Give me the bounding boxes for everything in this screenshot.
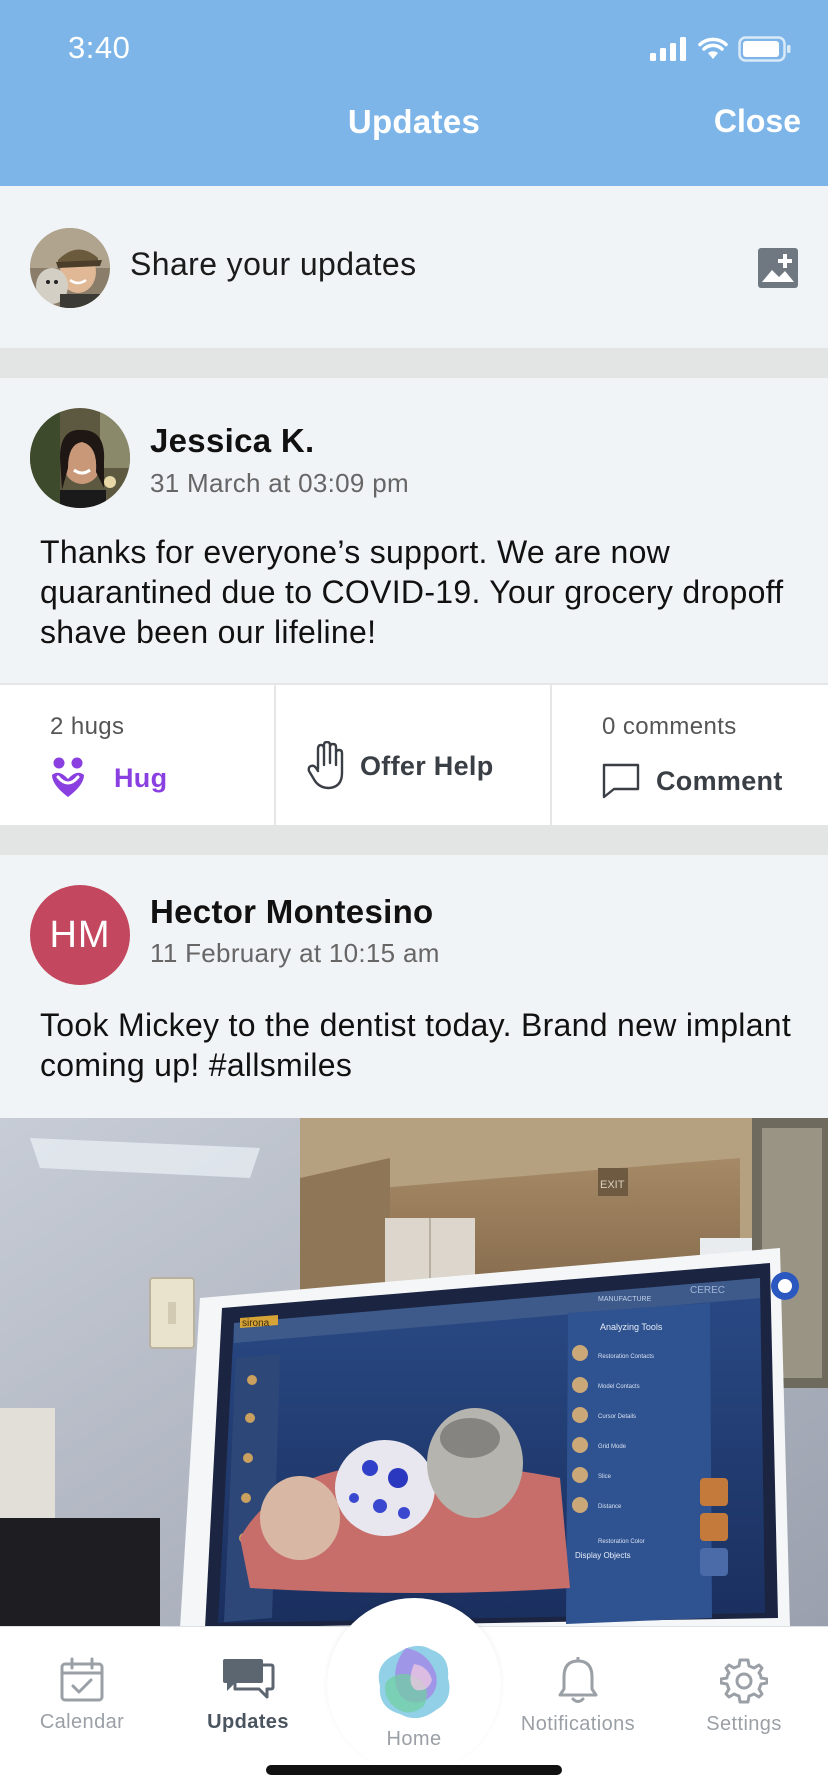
offer-help-cell[interactable]: Offer Help	[276, 685, 552, 825]
wifi-icon	[698, 37, 728, 59]
hug-icon	[52, 757, 84, 797]
home-indicator	[266, 1765, 562, 1775]
author-name[interactable]: Jessica K.	[150, 422, 314, 460]
hug-count[interactable]: 2 hugs	[50, 713, 124, 741]
display-objects-text: Display Objects	[575, 1551, 631, 1560]
comment-icon	[602, 763, 640, 799]
home-logo-icon	[378, 1645, 450, 1719]
close-button[interactable]: Close	[714, 103, 801, 140]
add-photo-icon[interactable]	[758, 248, 798, 288]
hug-label: Hug	[114, 762, 168, 793]
tab-settings[interactable]: Settings	[674, 1657, 814, 1736]
post-timestamp: 31 March at 03:09 pm	[150, 468, 409, 498]
panel-item-text: Slice	[598, 1474, 612, 1480]
update-post: HM Hector Montesino 11 February at 10:15…	[0, 855, 828, 1118]
battery-icon	[738, 36, 791, 62]
post-timestamp: 11 February at 10:15 am	[150, 938, 440, 968]
author-avatar[interactable]: HM	[30, 885, 130, 985]
bell-icon	[558, 1657, 598, 1703]
comment-label: Comment	[656, 765, 783, 796]
panel-item-text: Cursor Details	[598, 1414, 636, 1420]
author-avatar[interactable]	[30, 408, 130, 508]
update-post: Jessica K. 31 March at 03:09 pm Thanks f…	[0, 378, 828, 683]
offer-help-button[interactable]: Offer Help	[306, 741, 494, 791]
hug-cell: 2 hugs Hug	[0, 685, 276, 825]
analyzing-tools-text: Analyzing Tools	[600, 1322, 663, 1332]
tab-home[interactable]: Home	[327, 1598, 501, 1772]
monitor-cerec-text: CEREC	[690, 1285, 725, 1296]
post-actions: 2 hugs Hug Offer Help 0 comments Comment	[0, 683, 828, 825]
post-body: Thanks for everyone’s support. We are no…	[40, 534, 784, 650]
tab-label: Settings	[706, 1713, 782, 1735]
tab-notifications[interactable]: Notifications	[508, 1657, 648, 1736]
monitor-brand-text: sirona	[242, 1318, 270, 1329]
comment-count[interactable]: 0 comments	[602, 713, 737, 741]
share-update-row[interactable]: Share your updates	[0, 188, 828, 348]
share-update-input[interactable]: Share your updates	[130, 246, 417, 283]
post-body: Took Mickey to the dentist today. Brand …	[40, 1007, 792, 1083]
tab-calendar[interactable]: Calendar	[12, 1657, 152, 1734]
exit-sign-text: EXIT	[600, 1179, 625, 1191]
status-time: 3:40	[68, 30, 131, 65]
section-divider	[0, 348, 828, 378]
signal-icon	[650, 37, 686, 61]
panel-item-text: Grid Mode	[598, 1444, 627, 1450]
tab-label: Home	[386, 1728, 442, 1750]
offer-help-label: Offer Help	[360, 750, 494, 781]
author-name[interactable]: Hector Montesino	[150, 893, 433, 931]
post-photo[interactable]: EXIT sirona CEREC MANUFACTURE Analyzing	[0, 1118, 828, 1628]
comment-cell: 0 comments Comment	[552, 685, 828, 825]
calendar-icon	[60, 1657, 104, 1702]
status-icons	[650, 36, 792, 62]
section-divider	[0, 825, 828, 855]
gear-icon	[720, 1658, 768, 1704]
tab-label: Updates	[207, 1711, 289, 1733]
tab-updates[interactable]: Updates	[178, 1657, 318, 1734]
panel-item-text: Model Contacts	[598, 1384, 640, 1390]
panel-item-text: Restoration Contacts	[598, 1354, 654, 1360]
current-user-avatar	[30, 228, 110, 308]
hug-button[interactable]: Hug	[50, 757, 167, 799]
page-title: Updates	[347, 103, 481, 140]
comment-button[interactable]: Comment	[602, 763, 783, 799]
panel-item-text: Distance	[598, 1504, 622, 1510]
tab-label: Calendar	[39, 1711, 125, 1733]
tab-label: Notifications	[520, 1713, 636, 1735]
chat-bubbles-icon	[223, 1659, 275, 1699]
top-header: 3:40 Updates Close	[0, 0, 828, 186]
hand-icon	[307, 741, 344, 790]
monitor-manufacture-text: MANUFACTURE	[598, 1296, 652, 1303]
panel-item-text: Restoration Color	[598, 1539, 645, 1545]
